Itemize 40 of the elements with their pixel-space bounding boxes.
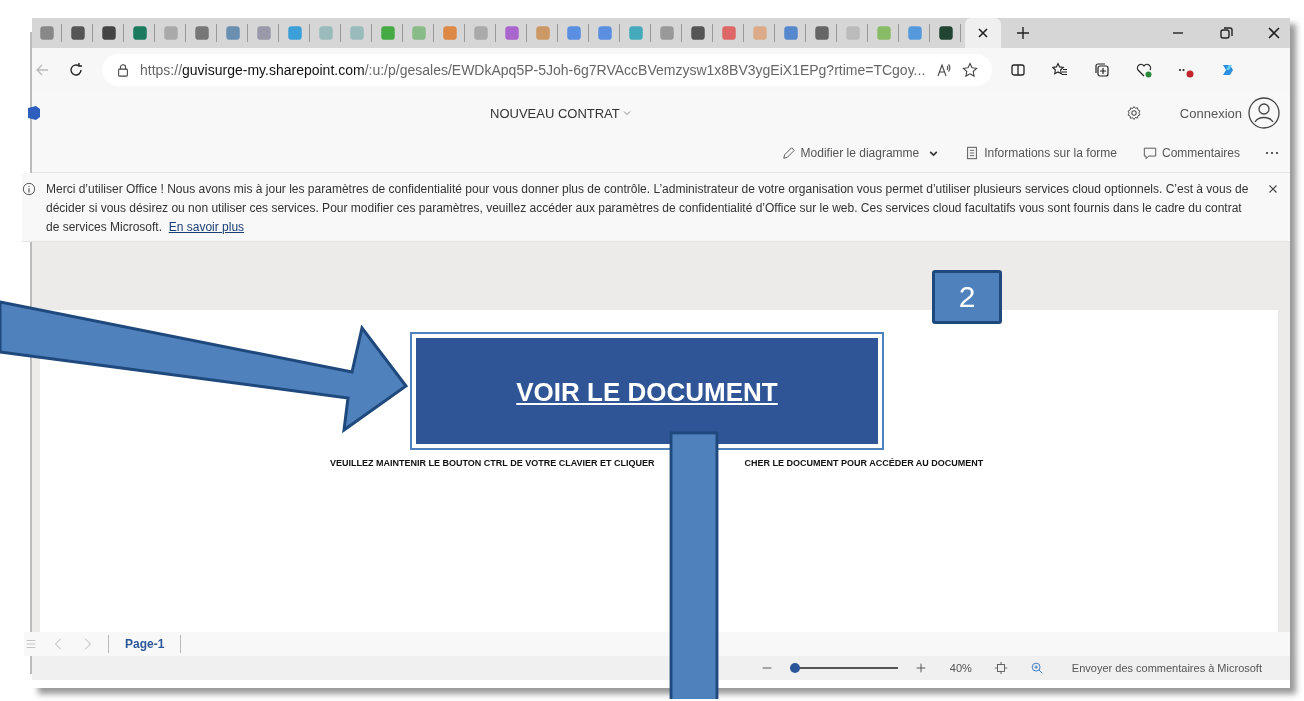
- star-icon[interactable]: [962, 62, 978, 78]
- back-icon[interactable]: [34, 62, 50, 78]
- page-tab[interactable]: Page-1: [108, 635, 182, 653]
- settings-icon[interactable]: [1125, 105, 1142, 121]
- chevron-icon: [621, 108, 632, 118]
- slider-thumb[interactable]: [790, 663, 801, 673]
- lock-icon[interactable]: [116, 63, 130, 77]
- menu-icon[interactable]: [24, 637, 38, 651]
- app-logo-icon[interactable]: [26, 105, 42, 121]
- collections-icon[interactable]: [1094, 62, 1110, 78]
- close-icon[interactable]: [1266, 25, 1282, 41]
- step-badge: 2: [932, 270, 1002, 324]
- restore-icon[interactable]: [1218, 25, 1234, 41]
- favorites-icon[interactable]: [1052, 62, 1068, 78]
- fit-page-icon[interactable]: [993, 661, 1008, 675]
- split-screen-icon[interactable]: [1010, 62, 1026, 78]
- form-icon: [965, 146, 980, 160]
- comment-icon: [1142, 146, 1157, 160]
- instruction-text: VEUILLEZ MAINTENIR LE BOUTON CTRL DE VOTRE CLAVIER ET CLIQUER: [330, 458, 655, 468]
- sign-in-link[interactable]: Connexion: [1179, 105, 1242, 121]
- reload-icon[interactable]: [68, 62, 84, 78]
- health-icon[interactable]: [1136, 62, 1152, 78]
- pencil-icon: [781, 146, 796, 160]
- view-document-button[interactable]: VOIR LE DOCUMENT: [415, 337, 879, 445]
- toolbar-button[interactable]: Modifier le diagramme: [779, 144, 942, 162]
- feedback-link[interactable]: Envoyer des commentaires à Microsoft: [1071, 662, 1262, 674]
- instruction-text: CHER LE DOCUMENT POUR ACCÉDER AU DOCUMENT: [744, 458, 984, 468]
- zoom-icon[interactable]: [1029, 661, 1044, 675]
- avatar-icon[interactable]: [1248, 97, 1280, 129]
- privacy-notice: Merci d’utiliser Office ! Nous avons mis à jour les paramètres de confidentialité pour vous donner plus de contrôle. L’administrateur de votre organisation vous permet d’utiliser plusieurs services cloud optionnels. C’est à vous de décider si vous désirez ou non utiliser ces services. Pour modifier ces paramètres, veuillez accéder aux paramètres de confidentialité d’Office sur le web. Ces services cloud facultatifs vous sont fournis dans le cadre du contrat de services Microsoft. En savoir plus: [46, 181, 1250, 236]
- copilot-icon[interactable]: [1220, 62, 1236, 78]
- read-aloud-icon[interactable]: [936, 62, 952, 78]
- toolbar-button[interactable]: Informations sur la forme: [963, 144, 1119, 162]
- toolbar-button[interactable]: Commentaires: [1140, 144, 1242, 162]
- info-icon: [22, 182, 36, 196]
- zoom-level: 40%: [949, 662, 972, 674]
- learn-more-link[interactable]: En savoir plus: [168, 220, 245, 234]
- address-bar[interactable]: https://guvisurge-my.sharepoint.com/:u:/p/gesales/EWDkApq5P-5Joh-6g7RVAccBVemzysw1x8BV3ygEiX1EPg?rtime=TCgoy...: [102, 54, 992, 86]
- document-title[interactable]: NOUVEAU CONTRAT: [490, 105, 632, 121]
- new-tab-icon[interactable]: [1015, 25, 1031, 41]
